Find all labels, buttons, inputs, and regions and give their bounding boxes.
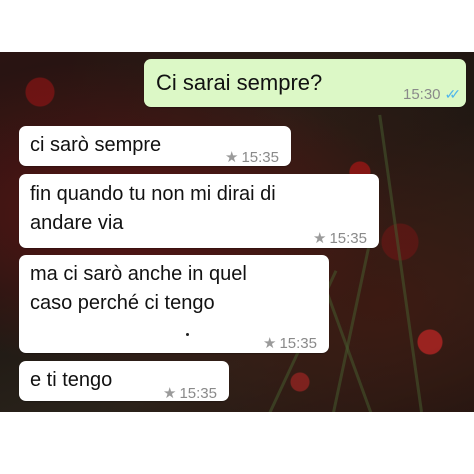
message-bubble-incoming[interactable]: ma ci sarò anche in quel caso perché ci … (19, 255, 329, 353)
message-time: 15:35 (179, 385, 217, 402)
message-meta: ★ 15:35 (163, 379, 217, 408)
message-time: 15:35 (241, 149, 279, 166)
star-icon: ★ (313, 230, 327, 247)
message-bubble-incoming[interactable]: ci sarò sempre ★ 15:35 (19, 126, 291, 166)
message-meta: ★ 15:35 (263, 329, 317, 358)
message-time: 15:35 (329, 230, 367, 247)
star-icon: ★ (163, 385, 177, 402)
message-meta: ★ 15:35 (225, 143, 279, 172)
message-text: e ti tengo (30, 369, 113, 391)
double-check-read-icon: ✓✓ (444, 86, 462, 102)
message-bubble-incoming[interactable]: fin quando tu non mi dirai di andare via… (19, 174, 379, 248)
wallpaper-stem (378, 114, 423, 412)
message-time: 15:30 (402, 86, 441, 103)
message-bubble-outgoing[interactable]: Ci sarai sempre? 15:30 ✓✓ (144, 59, 466, 107)
message-text: ma ci sarò anche in quel caso perché ci … (30, 263, 247, 314)
star-icon: ★ (263, 335, 277, 352)
message-meta: ★ 15:35 (313, 224, 367, 253)
message-meta: 15:30 ✓✓ (402, 80, 462, 109)
dust-speck (186, 333, 189, 336)
star-icon: ★ (225, 149, 239, 166)
message-time: 15:35 (279, 335, 317, 352)
message-text: Ci sarai sempre? (156, 70, 323, 95)
message-text: fin quando tu non mi dirai di andare via (30, 183, 276, 234)
message-bubble-incoming[interactable]: e ti tengo ★ 15:35 (19, 361, 229, 402)
message-text: ci sarò sempre (30, 134, 162, 156)
